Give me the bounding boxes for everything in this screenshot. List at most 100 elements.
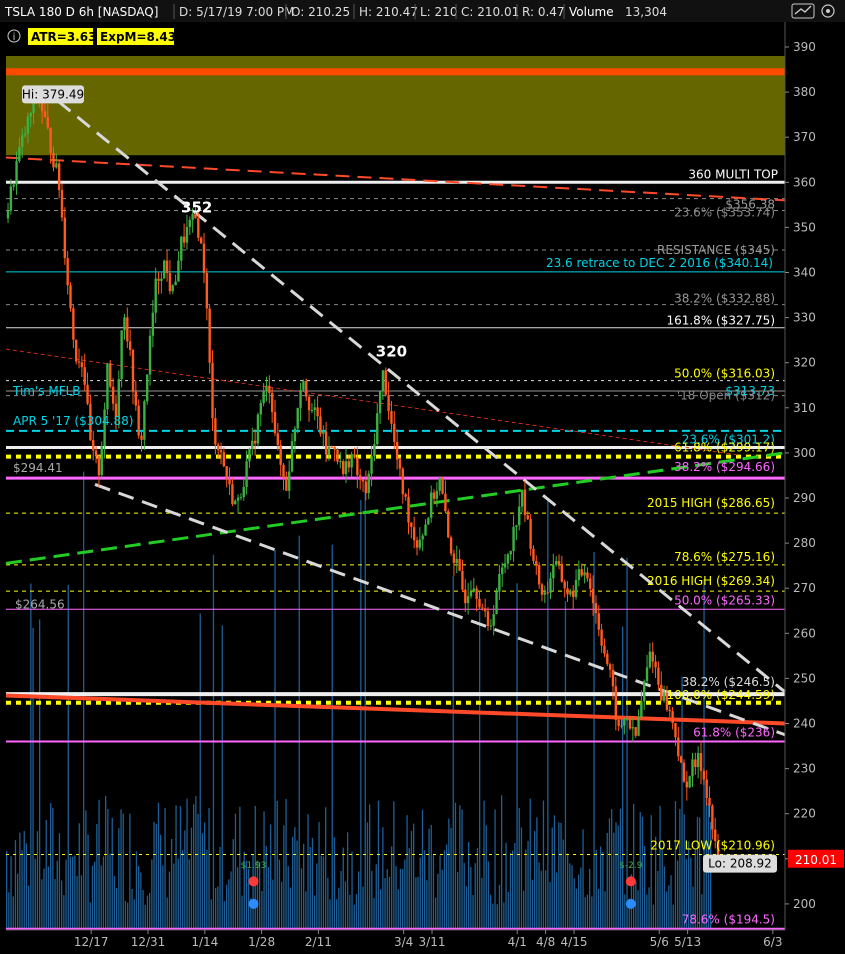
candle-body [15, 161, 18, 185]
header-bar: TSLA 180 D 6h [NASDAQ] D: 5/17/19 7:00 PM… [0, 0, 845, 22]
candle-body [202, 243, 206, 274]
volume-bar [474, 863, 476, 930]
volume-bar [21, 850, 23, 930]
volume-bar [270, 824, 272, 930]
volume-bar [217, 886, 219, 930]
volume-bar [259, 862, 261, 930]
volume-bar [179, 806, 182, 930]
volume-bar [98, 799, 100, 930]
x-tick-label: 4/1 [508, 935, 527, 949]
candle-body [290, 441, 294, 472]
volume-bar [424, 850, 426, 930]
volume-bar [221, 625, 223, 930]
volume-bar [338, 887, 340, 930]
volume-bar [454, 802, 457, 930]
volume-bar [80, 875, 83, 930]
candle-body [83, 367, 86, 385]
candle-body [367, 473, 370, 494]
candle-body [239, 497, 243, 499]
volume-bar [507, 891, 509, 930]
x-tick-label: 12/17 [74, 935, 109, 949]
earnings-icon[interactable] [248, 876, 259, 887]
volume-bar [281, 881, 283, 930]
volume-bar [355, 894, 358, 930]
candle-body [424, 524, 427, 536]
volume-bar [175, 805, 177, 930]
event-icon[interactable] [248, 898, 259, 909]
volume-bar [417, 876, 419, 930]
volume-bar [562, 839, 564, 930]
volume-bar [285, 798, 287, 930]
volume-bar [23, 831, 25, 930]
volume-bar [560, 822, 562, 930]
candle-body [126, 317, 129, 342]
volume-bar [430, 824, 432, 930]
volume-bar [287, 866, 289, 930]
candle-body [296, 407, 299, 429]
level-label: 161.8% ($327.75) [666, 314, 775, 328]
volume-bar [102, 856, 105, 930]
volume-bar [111, 817, 113, 930]
candle-body [603, 645, 606, 654]
y-tick-label: 280 [793, 536, 816, 550]
candle-body [657, 667, 660, 685]
candle-body [427, 517, 430, 525]
candle-body [594, 603, 598, 614]
event-icon[interactable] [625, 898, 636, 909]
candle-body [222, 452, 226, 467]
candle-body [694, 759, 697, 768]
volume-bar [382, 827, 384, 930]
candle-body [43, 111, 47, 118]
volume-bar [650, 815, 652, 930]
candle-body [492, 614, 495, 626]
candle-body [140, 435, 143, 440]
volume-bar [219, 846, 221, 930]
candle-body [432, 492, 436, 499]
volume-bar [487, 861, 490, 930]
volume-bar [505, 842, 507, 930]
x-tick-label: 12/31 [131, 935, 166, 949]
volume-bar [410, 831, 413, 930]
volume-bar [674, 801, 677, 930]
level-label: 2017 LOW ($210.96) [650, 838, 775, 852]
candle-body [23, 133, 27, 136]
volume-bar [347, 832, 349, 930]
candle-body [219, 450, 223, 453]
volume-bar [703, 579, 705, 930]
candle-body [199, 237, 203, 244]
volume-bar [540, 870, 542, 930]
volume-bar [223, 901, 226, 930]
volume-bar [113, 875, 116, 930]
volume-bar [58, 833, 61, 930]
volume-bar [648, 887, 650, 930]
zone-red-line [6, 68, 785, 76]
candle-body [336, 449, 339, 462]
candle-body [415, 540, 419, 548]
volume-bar [195, 796, 197, 930]
volume-bar [309, 846, 311, 930]
candle-body [498, 574, 501, 592]
volume-bar [646, 894, 648, 930]
volume-bar [215, 888, 217, 930]
volume-bar [34, 858, 36, 930]
volume-bar [45, 819, 47, 930]
candle-body [347, 461, 351, 468]
volume-bar [567, 853, 569, 930]
candle-body [319, 416, 322, 434]
earnings-icon[interactable] [625, 876, 636, 887]
x-tick-label: 4/15 [561, 935, 588, 949]
volume-bar [663, 866, 666, 930]
volume-bar [197, 813, 199, 930]
candle-body [26, 116, 30, 134]
candle-body [523, 489, 527, 516]
volume-bar [501, 795, 503, 930]
volume-bar [404, 859, 406, 930]
candle-body [532, 548, 535, 561]
candle-body [654, 661, 657, 668]
volume-bar [182, 850, 184, 930]
candle-body [674, 722, 677, 738]
candle-body [214, 418, 217, 445]
price-chart[interactable]: TSLA 180 D 6h [NASDAQ] D: 5/17/19 7:00 PM… [0, 0, 845, 954]
volume-bar [582, 829, 584, 930]
candle-body [705, 779, 708, 799]
